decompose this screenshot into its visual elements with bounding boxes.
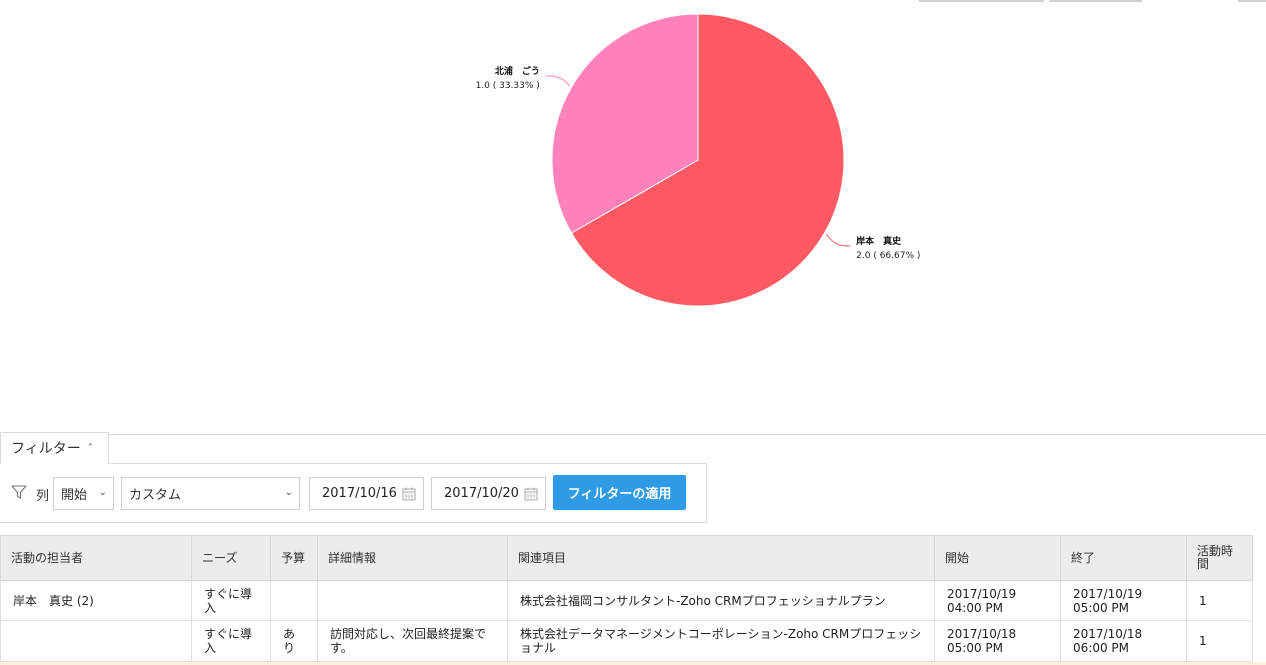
cell-needs: すぐに導入 xyxy=(191,620,271,662)
cell-end: 2017/10/19 05:00 PM xyxy=(1060,580,1187,621)
header-end[interactable]: 終了 xyxy=(1060,535,1187,581)
date-from-input[interactable]: 2017/10/16 xyxy=(309,477,424,510)
report-table: 活動の担当者 ニーズ 予算 詳細情報 関連項目 開始 終了 活動時間 岸本 真史… xyxy=(0,535,1253,662)
calendar-icon[interactable] xyxy=(402,487,416,501)
chevron-up-icon: ˄ xyxy=(87,442,93,454)
cell-details xyxy=(317,580,508,621)
table-header-row: 活動の担当者 ニーズ 予算 詳細情報 関連項目 開始 終了 活動時間 xyxy=(0,535,1253,581)
cell-needs: すぐに導入 xyxy=(191,580,271,621)
header-start[interactable]: 開始 xyxy=(934,535,1061,581)
header-related[interactable]: 関連項目 xyxy=(507,535,935,581)
cell-owner xyxy=(0,620,192,662)
cell-duration: 1 xyxy=(1186,580,1253,621)
table-row: すぐに導入 あり 訪問対応し、次回最終提案です。 株式会社データマネージメントコ… xyxy=(0,620,1253,662)
header-details[interactable]: 詳細情報 xyxy=(317,535,508,581)
apply-filter-button[interactable]: フィルターの適用 xyxy=(553,475,686,510)
chevron-down-icon: ⌄ xyxy=(98,487,107,498)
field-select-value: 開始 xyxy=(61,488,88,503)
pie-slices xyxy=(551,13,845,307)
filter-tab-label: フィルター xyxy=(11,441,81,457)
cell-duration: 1 xyxy=(1186,620,1253,662)
date-to-input[interactable]: 2017/10/20 xyxy=(431,477,546,510)
calendar-icon[interactable] xyxy=(524,487,538,501)
cell-details: 訪問対応し、次回最終提案です。 xyxy=(317,620,508,662)
filter-tab[interactable]: フィルター ˄ xyxy=(0,432,109,464)
date-from-value: 2017/10/16 xyxy=(322,486,397,501)
field-select[interactable]: 開始 ⌄ xyxy=(53,477,114,510)
header-owner[interactable]: 活動の担当者 xyxy=(0,535,192,581)
pie-slice-label: 北浦 ごう xyxy=(495,65,540,77)
range-select-value: カスタム xyxy=(129,488,182,503)
cell-related-link[interactable]: 株式会社データマネージメントコーポレーション-Zoho CRMプロフェッショナル xyxy=(507,620,935,662)
pie-chart: 岸本 真史 2.0 ( 66.67% ) 北浦 ごう 1.0 ( 33.33% ) xyxy=(476,13,920,307)
column-label: 列 xyxy=(36,489,50,504)
cell-owner: 岸本 真史 (2) xyxy=(0,580,192,621)
pie-slice-value-label: 2.0 ( 66.67% ) xyxy=(856,251,920,261)
header-needs[interactable]: ニーズ xyxy=(191,535,271,581)
filter-funnel-icon xyxy=(11,485,27,499)
cell-end: 2017/10/18 06:00 PM xyxy=(1060,620,1187,662)
header-duration[interactable]: 活動時間 xyxy=(1186,535,1253,581)
chevron-down-icon: ⌄ xyxy=(284,487,293,498)
pie-leader-line xyxy=(825,233,851,247)
cell-start: 2017/10/19 04:00 PM xyxy=(934,580,1061,621)
cell-budget: あり xyxy=(270,620,318,662)
cell-related-link[interactable]: 株式会社福岡コンサルタント-Zoho CRMプロフェッショナルプラン xyxy=(507,580,935,621)
pie-leader-line xyxy=(545,75,571,87)
table-row: 岸本 真史 (2) すぐに導入 株式会社福岡コンサルタント-Zoho CRMプロ… xyxy=(0,580,1253,621)
cell-budget xyxy=(270,580,318,621)
pie-slice-label: 岸本 真史 xyxy=(856,235,902,247)
section-divider xyxy=(0,434,1266,435)
pie-slice-value-label: 1.0 ( 33.33% ) xyxy=(476,81,540,91)
range-select[interactable]: カスタム ⌄ xyxy=(121,477,300,510)
header-budget[interactable]: 予算 xyxy=(270,535,318,581)
date-to-value: 2017/10/20 xyxy=(444,486,519,501)
cell-start: 2017/10/18 05:00 PM xyxy=(934,620,1061,662)
